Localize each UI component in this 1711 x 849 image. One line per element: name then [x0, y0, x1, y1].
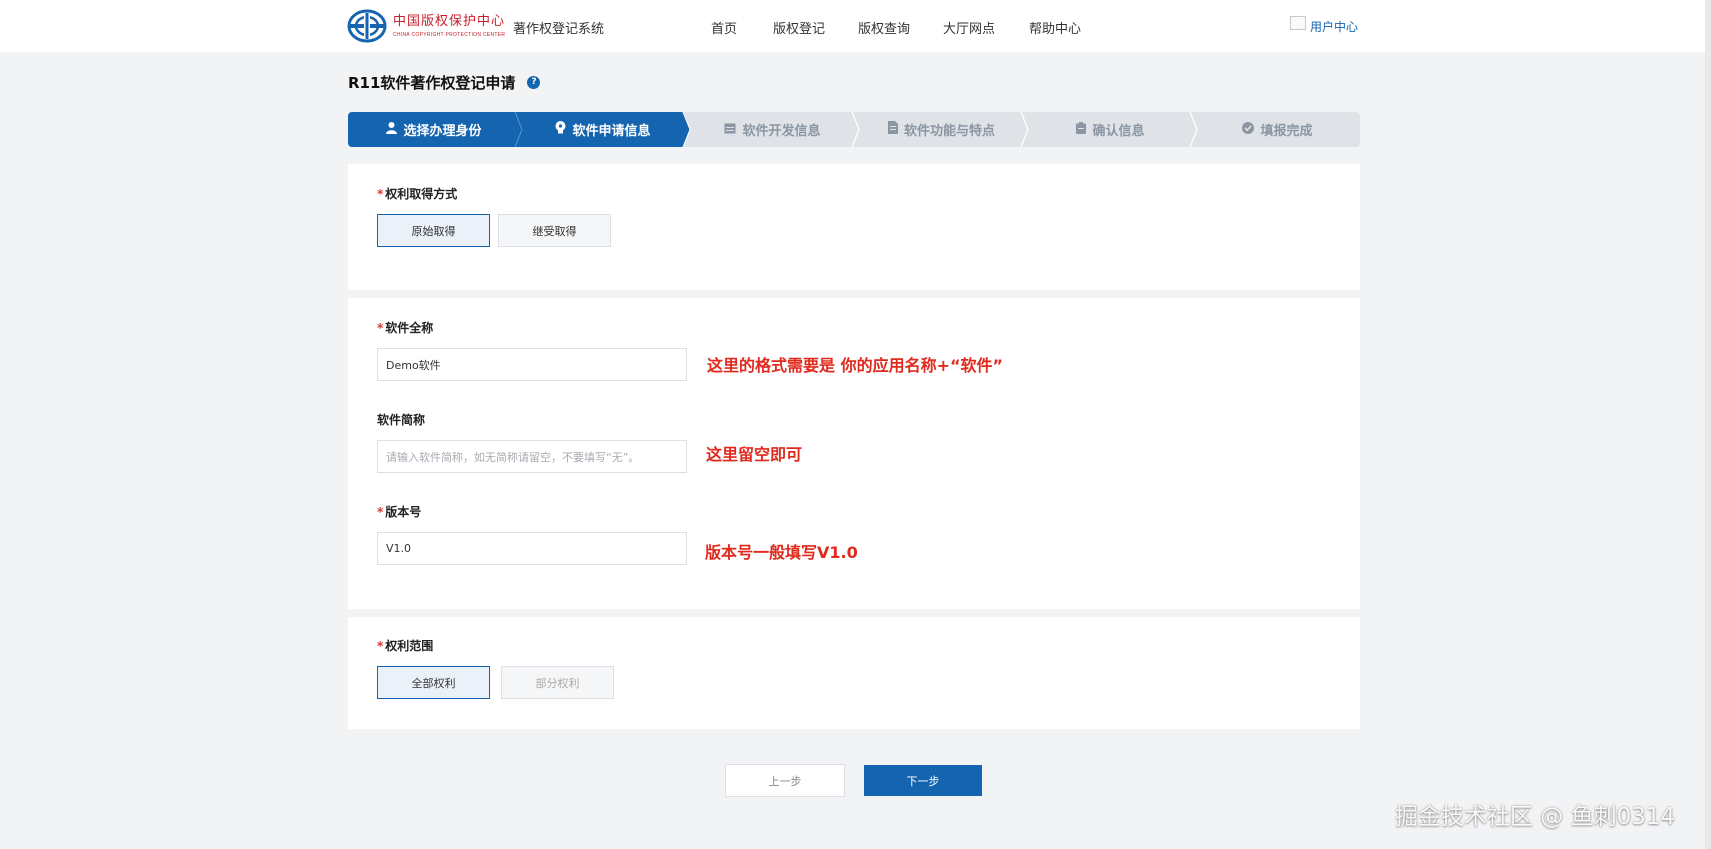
copyright-center-logo-icon: [347, 9, 387, 43]
watermark: 掘金技术社区 @ 鱼刺0314: [1395, 804, 1676, 830]
step-select-identity[interactable]: 选择办理身份: [348, 112, 520, 147]
step-label: 软件开发信息: [742, 124, 821, 139]
nav-item-copyright-registration[interactable]: 版权登记: [773, 18, 825, 37]
user-center-label: 用户中心: [1310, 20, 1359, 34]
rights-scope-panel: * 权利范围 全部权利 部分权利: [348, 617, 1360, 729]
all-rights-option[interactable]: 全部权利: [377, 666, 490, 699]
rights-scope-label: * 权利范围: [377, 639, 434, 653]
logo-english-text: CHINA COPYRIGHT PROTECTION CENTER: [393, 31, 506, 38]
site-logo[interactable]: 中国版权保护中心 CHINA COPYRIGHT PROTECTION CENT…: [347, 9, 505, 43]
version-annotation: 版本号一般填写V1.0: [705, 543, 858, 562]
step-label: 软件申请信息: [572, 124, 651, 139]
document-icon: [887, 121, 898, 138]
previous-step-button[interactable]: 上一步: [725, 764, 845, 797]
software-short-name-input[interactable]: 请输入软件简称，如无简称请留空，不要填写“无”。: [377, 440, 687, 473]
step-complete[interactable]: 填报完成: [1195, 112, 1360, 147]
system-name: 著作权登记系统: [513, 22, 605, 37]
step-software-application-info[interactable]: 软件申请信息: [520, 112, 686, 147]
step-label: 软件功能与特点: [903, 124, 995, 139]
nav-item-service-halls[interactable]: 大厅网点: [943, 18, 995, 37]
page-title: R11软件著作权登记申请: [348, 74, 516, 92]
rights-acquisition-panel: * 权利取得方式 原始取得 继受取得: [348, 164, 1360, 290]
software-full-name-input[interactable]: Demo软件: [377, 348, 687, 381]
top-header: 中国版权保护中心 CHINA COPYRIGHT PROTECTION CENT…: [0, 0, 1711, 52]
version-input[interactable]: V1.0: [377, 532, 687, 565]
step-software-features[interactable]: 软件功能与特点: [857, 112, 1026, 147]
user-icon: [386, 121, 398, 138]
help-icon[interactable]: ?: [527, 76, 541, 89]
next-step-button[interactable]: 下一步: [864, 765, 982, 796]
user-center-link[interactable]: 用户中心: [1290, 15, 1359, 35]
clipboard-icon: [1076, 121, 1087, 138]
step-label: 确认信息: [1092, 124, 1145, 139]
software-full-name-label: * 软件全称: [377, 321, 434, 335]
logo-chinese-text: 中国版权保护中心: [393, 13, 506, 29]
progress-steps: 选择办理身份 软件申请信息 软件开发信息 软件功能与特点 确认信息 填报完成: [348, 112, 1360, 147]
rights-acquisition-label: * 权利取得方式: [377, 187, 458, 201]
page-scrollbar[interactable]: [1705, 0, 1711, 849]
version-label: * 版本号: [377, 505, 422, 519]
software-info-panel: * 软件全称 Demo软件 这里的格式需要是 你的应用名称+“软件” 软件简称 请…: [348, 298, 1360, 609]
original-acquisition-option[interactable]: 原始取得: [377, 214, 490, 247]
nav-item-help-center[interactable]: 帮助中心: [1029, 18, 1081, 37]
page-title-row: R11软件著作权登记申请 ?: [348, 72, 541, 93]
nav-item-copyright-search[interactable]: 版权查询: [858, 18, 910, 37]
software-short-name-label: 软件简称: [377, 413, 426, 427]
step-confirm-info[interactable]: 确认信息: [1026, 112, 1195, 147]
nav-item-home[interactable]: 首页: [711, 18, 737, 37]
step-label: 选择办理身份: [403, 124, 482, 139]
check-circle-icon: [1242, 121, 1255, 138]
short-name-annotation: 这里留空即可: [706, 445, 803, 464]
inherited-acquisition-option[interactable]: 继受取得: [498, 214, 611, 247]
step-software-development-info[interactable]: 软件开发信息: [688, 112, 857, 147]
step-label: 填报完成: [1260, 124, 1313, 139]
avatar-broken-image-icon: [1290, 15, 1306, 30]
bulb-icon: [555, 121, 566, 138]
full-name-annotation: 这里的格式需要是 你的应用名称+“软件”: [707, 356, 1004, 375]
calendar-icon: [724, 122, 736, 138]
partial-rights-option[interactable]: 部分权利: [501, 666, 614, 699]
